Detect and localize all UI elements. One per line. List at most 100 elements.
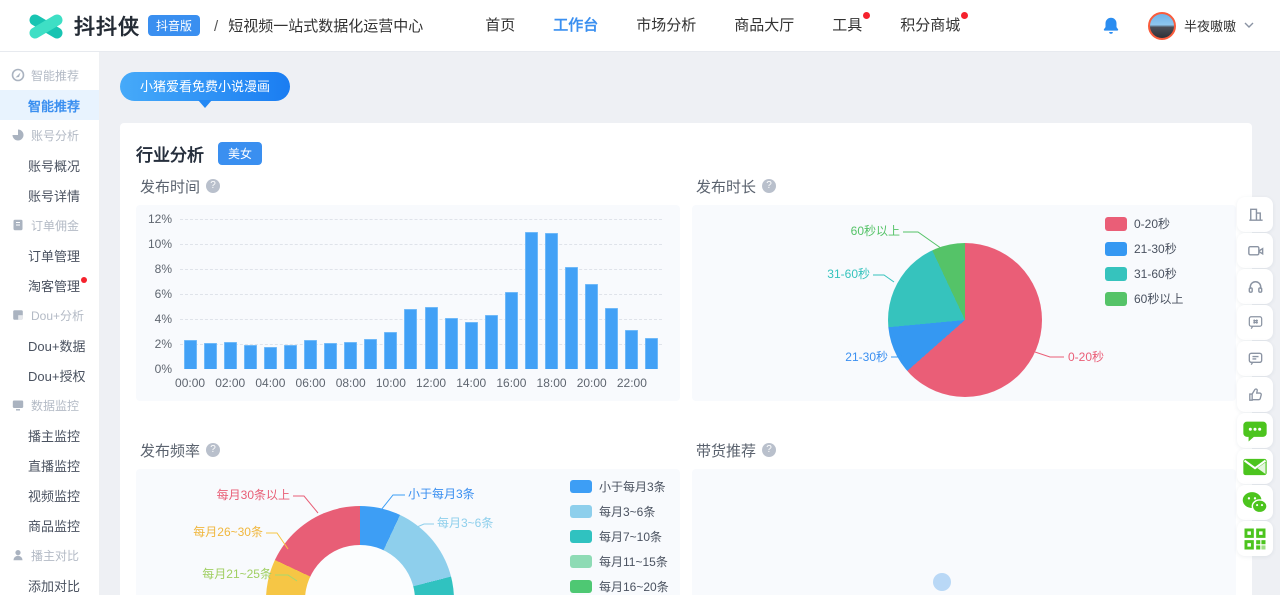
bar-03:00 xyxy=(244,345,257,369)
product-recommend-panel xyxy=(692,469,1236,595)
sidebar-item-淘客管理[interactable]: 淘客管理 xyxy=(0,270,99,300)
legend-label: 每月11~15条 xyxy=(599,553,668,570)
legend-label: 每月3~6条 xyxy=(599,503,655,520)
publish-time-title: 发布时间 ? xyxy=(136,177,680,195)
legend-item-每月11~15条[interactable]: 每月11~15条 xyxy=(570,553,672,570)
toolbar-button-headset-icon[interactable] xyxy=(1237,269,1273,304)
legend-item-21-30秒[interactable]: 21-30秒 xyxy=(1105,240,1183,257)
toolbar-button-like-icon[interactable] xyxy=(1237,377,1273,412)
slice-callout-label: 0-20秒 xyxy=(1068,350,1104,364)
notification-bell-icon[interactable] xyxy=(1100,15,1122,37)
sidebar-item-添加对比[interactable]: 添加对比 xyxy=(0,570,99,595)
sidebar-section-智能推荐: 智能推荐 xyxy=(0,60,99,90)
bar-04:00 xyxy=(264,347,277,370)
sidebar-item-视频监控[interactable]: 视频监控 xyxy=(0,480,99,510)
sidebar-item-智能推荐[interactable]: 智能推荐 xyxy=(0,90,99,120)
help-icon[interactable]: ? xyxy=(206,443,220,457)
sidebar-item-直播监控[interactable]: 直播监控 xyxy=(0,450,99,480)
compass-icon xyxy=(11,68,25,82)
qrcode-icon xyxy=(1241,525,1269,553)
nav-item-市场分析[interactable]: 市场分析 xyxy=(636,0,696,52)
legend-swatch xyxy=(570,505,592,518)
toolbar-button-wechat-icon[interactable] xyxy=(1237,485,1273,520)
card-title: 行业分析 xyxy=(136,141,204,166)
toolbar-button-video-icon[interactable] xyxy=(1237,233,1273,268)
nav-item-商品大厅[interactable]: 商品大厅 xyxy=(734,0,794,52)
sidebar-section-账号分析: 账号分析 xyxy=(0,120,99,150)
sidebar-item-商品监控[interactable]: 商品监控 xyxy=(0,510,99,540)
sidebar-item-Dou+授权[interactable]: Dou+授权 xyxy=(0,360,99,390)
bar-09:00 xyxy=(364,339,377,369)
legend-label: 每月7~10条 xyxy=(599,528,662,545)
publish-frequency-donut-chart: 小于每月3条每月3~6条每月7~10条每月11~15条每月16~20条每月21~… xyxy=(136,469,680,595)
gridline xyxy=(180,244,662,245)
logo[interactable]: 抖抖侠 抖音版 xyxy=(26,11,200,41)
y-axis-tick: 10% xyxy=(138,237,172,251)
slice-callout-label: 21-30秒 xyxy=(845,350,888,364)
publish-frequency-section: 发布频率 ? 小于每月3条每月3~6条每月7~10条每月11~15条每月16~2… xyxy=(136,441,680,595)
bar-17:00 xyxy=(525,232,538,370)
nav-item-工具[interactable]: 工具 xyxy=(832,0,862,52)
chevron-down-icon xyxy=(1244,22,1254,29)
legend-item-小于每月3条[interactable]: 小于每月3条 xyxy=(570,478,672,495)
company-icon xyxy=(1246,205,1265,224)
toolbar-button-mail-icon[interactable] xyxy=(1237,449,1273,484)
chart-title-text: 带货推荐 xyxy=(696,440,756,461)
sidebar-item-账号详情[interactable]: 账号详情 xyxy=(0,180,99,210)
topic-chat-icon xyxy=(1246,313,1265,332)
chat-dots-icon xyxy=(1241,417,1269,445)
chart-legend: 0-20秒 21-30秒 31-60秒 60秒以上 xyxy=(1105,215,1183,307)
legend-item-60秒以上[interactable]: 60秒以上 xyxy=(1105,290,1183,307)
bar-15:00 xyxy=(485,315,498,369)
publish-duration-section: 发布时长 ? 0-20秒 21-30秒 31-60秒 60秒以上 0-20秒 21-30秒… xyxy=(692,177,1236,401)
sidebar-item-订单管理[interactable]: 订单管理 xyxy=(0,240,99,270)
bar-01:00 xyxy=(204,343,217,369)
x-axis-tick: 02:00 xyxy=(208,376,252,390)
pie-icon xyxy=(11,128,25,142)
card-header: 行业分析 美女 xyxy=(136,141,1236,165)
publish-duration-pie-chart: 0-20秒21-30秒31-60秒60秒以上0-20秒21-30秒31-60秒6… xyxy=(692,205,1236,401)
legend-item-每月3~6条[interactable]: 每月3~6条 xyxy=(570,503,672,520)
toolbar-button-company-icon[interactable] xyxy=(1237,197,1273,232)
legend-label: 31-60秒 xyxy=(1134,265,1177,282)
nav-item-积分商城[interactable]: 积分商城 xyxy=(900,0,960,52)
publish-duration-title: 发布时长 ? xyxy=(692,177,1236,195)
chart-grid: 发布时间 ? 0%2%4%6%8%10%12%00:0002:0004:0006… xyxy=(136,177,1236,595)
help-icon[interactable]: ? xyxy=(762,179,776,193)
nav-item-工作台[interactable]: 工作台 xyxy=(553,0,598,52)
publish-time-section: 发布时间 ? 0%2%4%6%8%10%12%00:0002:0004:0006… xyxy=(136,177,680,401)
x-axis-tick: 00:00 xyxy=(168,376,212,390)
user-menu[interactable]: 半夜嗷嗷 xyxy=(1148,12,1254,40)
wechat-icon xyxy=(1241,489,1269,517)
toolbar-button-message-icon[interactable] xyxy=(1237,341,1273,376)
help-icon[interactable]: ? xyxy=(762,443,776,457)
sidebar-item-账号概况[interactable]: 账号概况 xyxy=(0,150,99,180)
nav-item-首页[interactable]: 首页 xyxy=(485,0,515,52)
legend-item-每月7~10条[interactable]: 每月7~10条 xyxy=(570,528,672,545)
help-icon[interactable]: ? xyxy=(206,179,220,193)
breadcrumb: /短视频一站式数据化运营中心 xyxy=(214,15,423,36)
promo-bubble[interactable]: 小猪爱看免费小说漫画 xyxy=(120,72,290,101)
category-tag[interactable]: 美女 xyxy=(218,142,262,165)
product-recommend-title: 带货推荐 ? xyxy=(692,441,1236,459)
mail-icon xyxy=(1241,453,1269,481)
monitor-icon xyxy=(11,398,25,412)
sidebar-item-Dou+数据[interactable]: Dou+数据 xyxy=(0,330,99,360)
sidebar: 智能推荐智能推荐账号分析账号概况账号详情订单佣金订单管理淘客管理Dou+分析Do… xyxy=(0,52,100,595)
legend-item-每月16~20条[interactable]: 每月16~20条 xyxy=(570,578,672,595)
headset-icon xyxy=(1246,277,1265,296)
bar-21:00 xyxy=(605,308,618,369)
legend-swatch xyxy=(570,480,592,493)
legend-item-31-60秒[interactable]: 31-60秒 xyxy=(1105,265,1183,282)
main-nav: 首页工作台市场分析商品大厅工具积分商城 xyxy=(485,0,960,52)
toolbar-button-chat-dots-icon[interactable] xyxy=(1237,413,1273,448)
callout-line xyxy=(381,495,405,510)
chart-title-text: 发布时长 xyxy=(696,176,756,197)
video-icon xyxy=(1246,241,1265,260)
sidebar-item-播主监控[interactable]: 播主监控 xyxy=(0,420,99,450)
toolbar-button-qrcode-icon[interactable] xyxy=(1237,521,1273,556)
bar-10:00 xyxy=(384,332,397,370)
legend-item-0-20秒[interactable]: 0-20秒 xyxy=(1105,215,1183,232)
toolbar-button-topic-chat-icon[interactable] xyxy=(1237,305,1273,340)
slice-callout-label: 每月26~30条 xyxy=(193,524,263,539)
